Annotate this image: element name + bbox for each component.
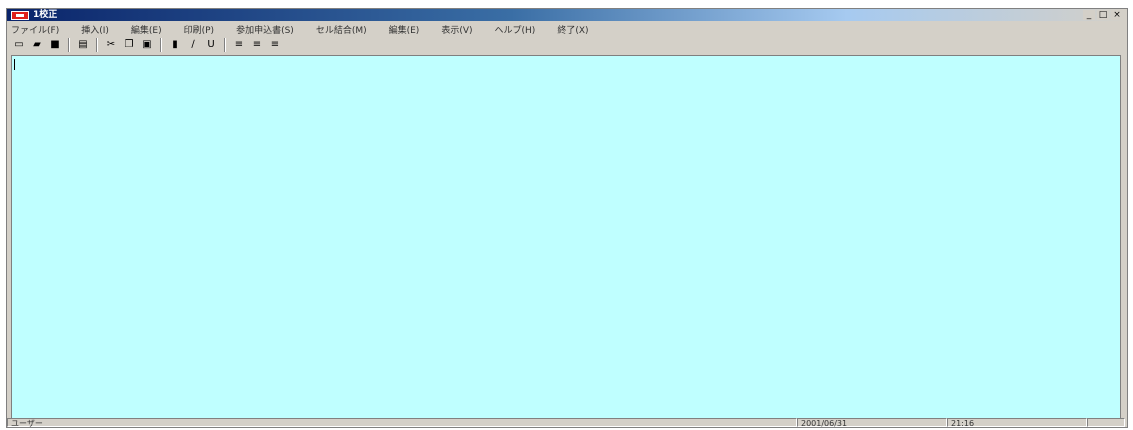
menu-file[interactable]: ファイル(F) — [11, 23, 59, 36]
paste-icon[interactable]: ▣ — [139, 38, 155, 52]
cut-icon[interactable]: ✂ — [103, 38, 119, 52]
align-center-icon[interactable]: ≡ — [249, 38, 265, 52]
menu-merge-cells[interactable]: セル結合(M) — [316, 23, 367, 36]
toolbar-separator — [96, 38, 98, 52]
toolbar: ▭ ▰ ■ ▤ ✂ ❐ ▣ ▮ ∕ U ≡ ≡ ≡ — [7, 37, 1127, 53]
italic-icon[interactable]: ∕ — [185, 38, 201, 52]
menu-view[interactable]: 表示(V) — [441, 23, 472, 36]
status-date: 2001/06/31 — [797, 417, 947, 428]
align-left-icon[interactable]: ≡ — [231, 38, 247, 52]
menu-help[interactable]: ヘルプ(H) — [495, 23, 536, 36]
new-document-icon[interactable]: ▭ — [11, 38, 27, 52]
menu-print[interactable]: 印刷(P) — [184, 23, 214, 36]
status-extra-pane — [1087, 417, 1125, 427]
editor-area[interactable] — [11, 55, 1121, 419]
menu-edit-2[interactable]: 編集(E) — [389, 23, 420, 36]
save-icon[interactable]: ■ — [47, 38, 63, 52]
toolbar-separator — [224, 38, 226, 52]
minimize-button[interactable]: _ — [1083, 10, 1095, 20]
window-title: 1校正 — [33, 10, 58, 20]
menu-exit[interactable]: 終了(X) — [557, 23, 588, 36]
status-mode: ユーザー — [7, 417, 797, 428]
menu-edit[interactable]: 編集(E) — [131, 23, 162, 36]
text-caret — [14, 59, 15, 70]
title-bar[interactable]: 1校正 _ □ × — [7, 9, 1127, 21]
toolbar-separator — [68, 38, 70, 52]
copy-icon[interactable]: ❐ — [121, 38, 137, 52]
align-right-icon[interactable]: ≡ — [267, 38, 283, 52]
maximize-button[interactable]: □ — [1097, 10, 1109, 20]
toolbar-separator — [160, 38, 162, 52]
menu-bar: ファイル(F) 挿入(I) 編集(E) 印刷(P) 参加申込書(S) セル結合(… — [7, 22, 1127, 36]
print-icon[interactable]: ▤ — [75, 38, 91, 52]
status-time: 21:16 — [947, 417, 1087, 428]
app-icon — [11, 10, 29, 20]
window-controls: _ □ × — [1083, 10, 1123, 20]
open-folder-icon[interactable]: ▰ — [29, 38, 45, 52]
status-bar: ユーザー 2001/06/31 21:16 — [7, 417, 1127, 428]
app-window: 1校正 _ □ × ファイル(F) 挿入(I) 編集(E) 印刷(P) 参加申込… — [6, 8, 1128, 428]
menu-insert[interactable]: 挿入(I) — [81, 23, 109, 36]
menu-application-form[interactable]: 参加申込書(S) — [236, 23, 294, 36]
bold-icon[interactable]: ▮ — [167, 38, 183, 52]
close-button[interactable]: × — [1111, 10, 1123, 20]
underline-icon[interactable]: U — [203, 38, 219, 52]
